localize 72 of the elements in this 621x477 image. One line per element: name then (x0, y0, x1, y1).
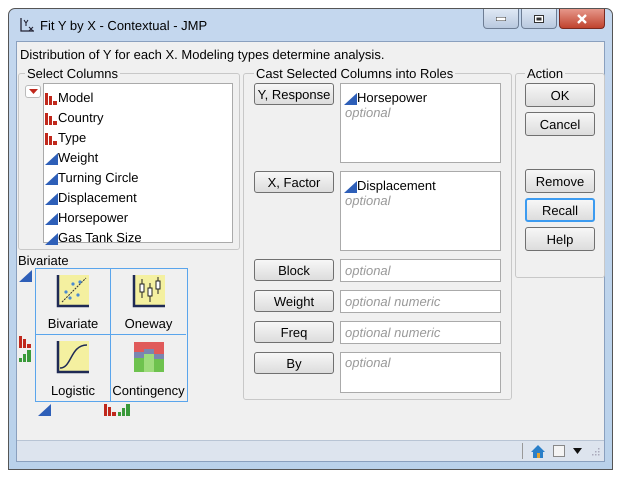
analysis-cell[interactable]: Contingency (111, 335, 186, 401)
action-button[interactable]: OK (525, 83, 595, 107)
column-item[interactable]: Displacement (44, 185, 232, 205)
box-plot-icon (132, 274, 166, 308)
window-title: Fit Y by X - Contextual - JMP (40, 18, 208, 32)
continuous-icon (44, 211, 58, 225)
action-button[interactable]: Cancel (525, 112, 595, 136)
scatter-plot-icon (56, 274, 90, 308)
continuous-icon (44, 231, 58, 245)
ordinal-icon (117, 402, 131, 416)
close-icon (576, 14, 588, 24)
nominal-icon (18, 334, 32, 348)
maximize-button[interactable] (521, 9, 557, 29)
description-text: Distribution of Y for each X. Modeling types determine analysis. (19, 46, 386, 64)
action-button[interactable]: Recall (525, 198, 595, 222)
nominal-icon (44, 91, 58, 105)
minimize-button[interactable] (483, 9, 519, 29)
role-item[interactable]: Horsepower (343, 85, 498, 105)
role-item[interactable]: Displacement (343, 173, 498, 193)
role-button[interactable]: Block (254, 259, 334, 281)
continuous-icon (44, 191, 58, 205)
role-button[interactable]: X, Factor (254, 171, 334, 193)
mosaic-plot-icon (132, 340, 166, 374)
group-title: Action (526, 66, 564, 81)
role-field[interactable]: optional numeric (340, 321, 501, 344)
column-item[interactable]: Turning Circle (44, 165, 232, 185)
checkbox[interactable] (553, 445, 565, 457)
column-item[interactable]: Model (44, 85, 232, 105)
resize-grip-icon[interactable] (590, 446, 600, 456)
continuous-icon (18, 268, 32, 282)
placeholder-text: optional (344, 193, 392, 208)
column-item[interactable]: Weight (44, 145, 232, 165)
analysis-title: Bivariate (18, 253, 70, 268)
chart-axes-icon (20, 18, 34, 32)
column-item[interactable]: Country (44, 105, 232, 125)
role-button[interactable]: Freq (254, 321, 334, 343)
column-item[interactable]: Horsepower (44, 205, 232, 225)
role-field[interactable]: optional (340, 352, 501, 393)
role-field[interactable]: optional numeric (340, 290, 501, 313)
analysis-cell[interactable]: Logistic (36, 335, 111, 401)
action-button[interactable]: Help (525, 227, 595, 251)
s-curve-icon (56, 340, 90, 374)
role-field[interactable]: optional (340, 259, 501, 282)
minimize-icon (496, 16, 506, 20)
role-button[interactable]: By (254, 352, 334, 374)
nominal-icon (44, 111, 58, 125)
home-icon[interactable] (531, 444, 545, 458)
analysis-cell[interactable]: Oneway (111, 269, 186, 335)
continuous-icon (44, 171, 58, 185)
nominal-icon (103, 402, 117, 416)
column-item[interactable]: Type (44, 125, 232, 145)
ordinal-icon (18, 348, 32, 362)
continuous-icon (343, 179, 357, 193)
group-title: Select Columns (26, 66, 120, 81)
group-title: Cast Selected Columns into Roles (255, 66, 454, 81)
nominal-icon (44, 131, 58, 145)
caret-icon (28, 89, 38, 94)
role-button[interactable]: Y, Response (254, 83, 334, 105)
role-list[interactable]: Displacement optional (340, 171, 501, 251)
continuous-icon (37, 402, 51, 416)
column-item[interactable]: Gas Tank Size (44, 225, 232, 245)
role-list[interactable]: Horsepower optional (340, 83, 501, 163)
caret-icon[interactable] (573, 448, 582, 454)
maximize-icon (534, 14, 544, 22)
continuous-icon (343, 91, 357, 105)
analysis-cell[interactable]: Bivariate (36, 269, 111, 335)
continuous-icon (44, 151, 58, 165)
close-button[interactable] (559, 9, 605, 29)
role-button[interactable]: Weight (254, 290, 334, 312)
action-button[interactable]: Remove (525, 169, 595, 193)
placeholder-text: optional (344, 105, 392, 120)
dropdown-button[interactable] (25, 85, 41, 98)
